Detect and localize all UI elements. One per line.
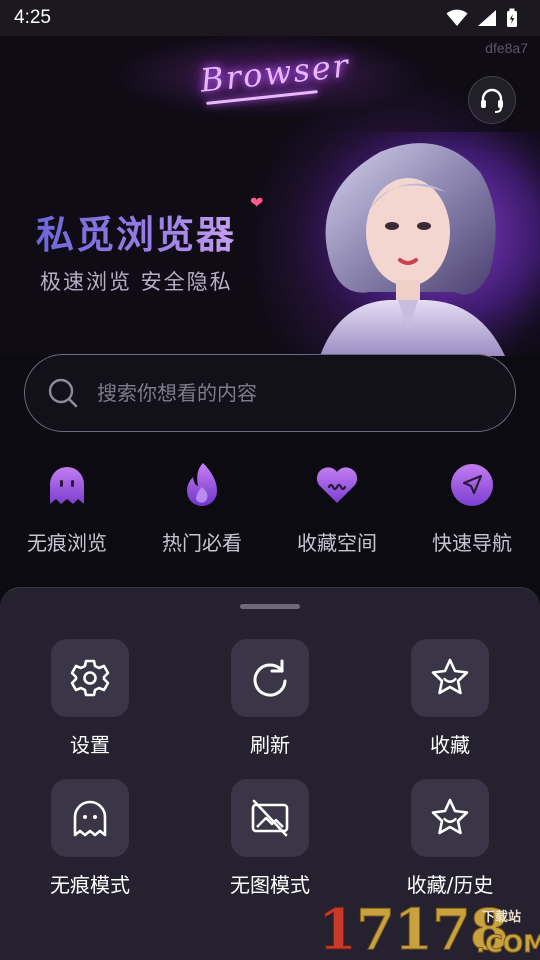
menu-item-settings[interactable]: 设置 <box>20 639 160 758</box>
menu-tile <box>51 639 129 717</box>
menu-tile <box>231 639 309 717</box>
status-icons <box>446 8 518 28</box>
quick-entry-hot-picks[interactable]: 热门必看 <box>142 455 262 556</box>
menu-item-label: 设置 <box>70 733 110 757</box>
customer-service-button[interactable] <box>468 76 516 124</box>
menu-item-no-image-mode[interactable]: 无图模式 <box>200 779 340 898</box>
quick-entries: 无痕浏览 热门必看 收藏空间 快速导航 <box>0 455 540 565</box>
menu-item-label: 收藏/历史 <box>406 873 494 897</box>
quick-entry-quick-navigation[interactable]: 快速导航 <box>412 455 532 556</box>
quick-entry-incognito-browse[interactable]: 无痕浏览 <box>7 455 127 556</box>
flame-icon <box>178 459 226 511</box>
menu-tile <box>411 779 489 857</box>
search-input[interactable] <box>97 381 477 405</box>
menu-item-favorites-history[interactable]: 收藏/历史 <box>380 779 520 898</box>
quick-entry-label: 热门必看 <box>162 531 242 555</box>
watermark-subtitle: 下载站 <box>482 910 522 925</box>
app-slogan: 极速浏览 安全隐私 <box>40 270 233 294</box>
star-icon <box>431 658 469 695</box>
navigation-icon <box>448 459 496 511</box>
search-bar[interactable] <box>24 354 516 432</box>
browser-logo: Browser <box>198 46 352 100</box>
menu-tile <box>411 639 489 717</box>
drag-handle[interactable] <box>240 604 300 609</box>
portrait-image <box>290 132 540 356</box>
watermark-digit-red: 1 <box>318 897 358 960</box>
site-watermark: 17178 下载站 .COM <box>318 900 540 960</box>
menu-item-incognito-mode[interactable]: 无痕模式 <box>20 779 160 898</box>
app-title: 私觅浏览器 <box>36 204 236 259</box>
ghost-icon <box>73 800 107 837</box>
quick-entry-label: 收藏空间 <box>297 531 377 555</box>
hero-banner: dfe8a7 Browser ❤ 私觅浏览器 极速浏览 安全隐私 <box>0 36 540 356</box>
menu-item-favorite[interactable]: 收藏 <box>380 639 520 758</box>
heart-icon <box>313 459 361 511</box>
menu-tile <box>231 779 309 857</box>
menu-item-label: 刷新 <box>250 733 290 757</box>
ghost-icon <box>43 459 91 511</box>
menu-item-label: 无图模式 <box>230 873 310 897</box>
quick-entry-favorites-space[interactable]: 收藏空间 <box>277 455 397 556</box>
battery-icon <box>507 8 517 27</box>
quick-entry-label: 无痕浏览 <box>27 531 107 555</box>
menu-item-label: 收藏 <box>430 733 470 757</box>
menu-item-label: 无痕模式 <box>50 873 130 897</box>
menu-tile <box>51 779 129 857</box>
status-time: 4:25 <box>14 7 51 28</box>
headset-icon <box>481 88 503 113</box>
heart-decoration: ❤ <box>250 193 264 212</box>
build-id: dfe8a7 <box>485 40 528 56</box>
wifi-icon <box>446 9 468 26</box>
no-image-icon <box>251 799 289 837</box>
refresh-icon <box>253 659 287 697</box>
quick-entry-label: 快速导航 <box>432 531 512 555</box>
star-icon <box>431 798 469 835</box>
status-bar: 4:25 <box>0 0 540 36</box>
gear-icon <box>70 659 110 697</box>
menu-item-refresh[interactable]: 刷新 <box>200 639 340 758</box>
search-icon <box>48 378 78 408</box>
watermark-domain: .COM <box>475 930 540 959</box>
signal-icon <box>478 10 496 26</box>
